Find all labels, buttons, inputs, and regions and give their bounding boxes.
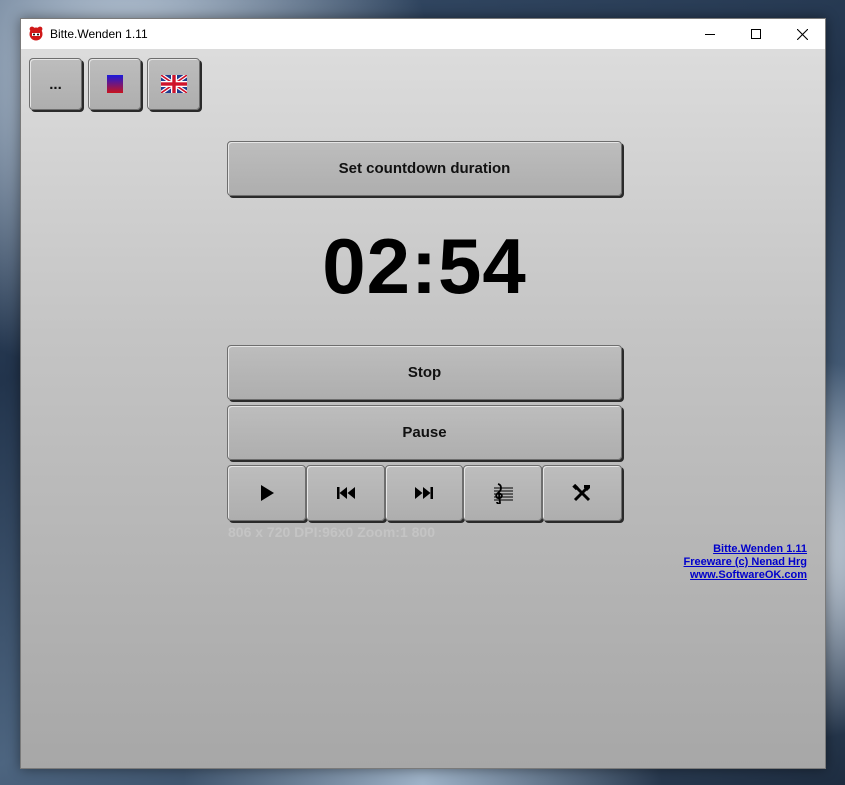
client-area: ... Set countdown duration 02:54 Stop Pa…: [21, 49, 825, 768]
music-sheet-icon: [493, 483, 513, 504]
language-button[interactable]: [147, 58, 200, 110]
window-title: Bitte.Wenden 1.11: [50, 27, 148, 41]
minimize-button[interactable]: [687, 19, 733, 49]
sound-button[interactable]: [463, 465, 542, 521]
stop-label: Stop: [407, 364, 442, 381]
stop-button[interactable]: Stop: [227, 345, 622, 400]
previous-button[interactable]: [306, 465, 385, 521]
maximize-icon: [751, 29, 761, 39]
menu-button[interactable]: ...: [29, 58, 82, 110]
uk-flag-icon: [160, 75, 187, 93]
maximize-button[interactable]: [733, 19, 779, 49]
play-icon: [260, 485, 274, 501]
credits-block: Bitte.Wenden 1.11 Freeware (c) Nenad Hrg…: [684, 543, 807, 582]
app-icon: [29, 26, 43, 41]
app-window: Bitte.Wenden 1.11 ... Set countdown dura…: [20, 18, 826, 769]
menu-button-label: ...: [49, 75, 62, 93]
color-button[interactable]: [88, 58, 141, 110]
next-track-icon: [415, 487, 433, 499]
set-countdown-button[interactable]: Set countdown duration: [227, 141, 622, 196]
website-link[interactable]: www.SoftwareOK.com: [684, 569, 807, 582]
freeware-link[interactable]: Freeware (c) Nenad Hrg: [684, 556, 807, 569]
next-button[interactable]: [385, 465, 463, 521]
app-link[interactable]: Bitte.Wenden 1.11: [684, 543, 807, 556]
tools-icon: [572, 484, 591, 502]
title-bar[interactable]: Bitte.Wenden 1.11: [21, 19, 825, 49]
pause-label: Pause: [402, 424, 447, 441]
previous-track-icon: [336, 487, 355, 499]
dpi-info-text: 806 x 720 DPI:96x0 Zoom:1 800: [228, 524, 436, 540]
countdown-display: 02:54: [322, 222, 527, 310]
close-button[interactable]: [779, 19, 825, 49]
minimize-icon: [705, 34, 715, 35]
settings-button[interactable]: [542, 465, 622, 521]
color-swatch-icon: [106, 75, 123, 93]
set-countdown-label: Set countdown duration: [338, 160, 511, 177]
close-icon: [796, 28, 808, 40]
pause-button[interactable]: Pause: [227, 405, 622, 460]
play-button[interactable]: [227, 465, 306, 521]
